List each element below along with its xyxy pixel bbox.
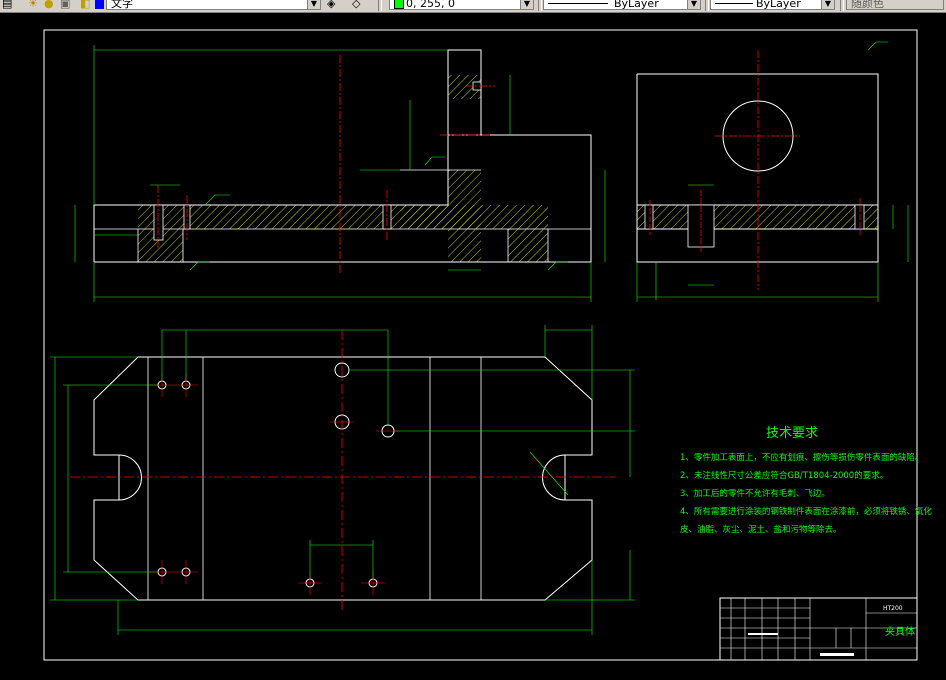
- roughness-symbol: [867, 41, 888, 51]
- lineweight-combo[interactable]: ByLayer ▼: [710, 0, 835, 10]
- leader-line: [529, 451, 569, 496]
- layer-combo[interactable]: 文字 ▼: [106, 0, 321, 10]
- plotstyle-combo-value: 随颜色: [851, 0, 884, 10]
- freeze-icon[interactable]: ◧: [80, 0, 90, 11]
- part-outline: [636, 228, 879, 263]
- chevron-down-icon[interactable]: ▼: [821, 0, 834, 9]
- tech-req-line-5: 皮、油脂、灰尘、泥土、盐和污物等除去。: [680, 525, 842, 535]
- toolbar-separator: [378, 0, 382, 11]
- section-hatch: [448, 170, 481, 262]
- roughness-symbol: [547, 261, 568, 271]
- roughness-symbol: [424, 156, 445, 166]
- toolbar-separator: [538, 0, 542, 11]
- chevron-down-icon[interactable]: ▼: [687, 0, 700, 9]
- toolbar-separator: [705, 0, 709, 11]
- u-slot: [542, 454, 566, 501]
- tech-req-line-1: 1、零件加工表面上，不应有划痕、擦伤等损伤零件表面的缺陷。: [680, 453, 924, 463]
- sun-icon[interactable]: ☀: [28, 0, 38, 11]
- color-combo-value: 0, 255, 0: [406, 0, 455, 10]
- lineweight-combo-value: ByLayer: [756, 0, 801, 10]
- side-view: [636, 41, 909, 302]
- tech-req-line-4: 4、所有需要进行涂装的钢铁制件表面在涂漆前，必须将铁锈、氧化: [680, 507, 932, 517]
- part-outline: [93, 356, 593, 601]
- color-swatch-icon: [394, 0, 404, 9]
- section-hatch: [508, 229, 548, 262]
- bolt-hole: [153, 204, 164, 241]
- chevron-down-icon[interactable]: ▼: [307, 0, 320, 9]
- material-label: HT200: [883, 605, 903, 612]
- layer-combo-value: 文字: [111, 0, 133, 10]
- fill-bar: [748, 633, 778, 635]
- fill-bar: [820, 653, 854, 656]
- color-combo[interactable]: 0, 255, 0 ▼: [389, 0, 534, 10]
- title-block: 夹具体 HT200: [719, 597, 918, 661]
- make-current-layer-icon[interactable]: ◈: [327, 0, 335, 11]
- layers-icon[interactable]: ▤: [2, 0, 12, 11]
- pin-hole: [854, 204, 865, 230]
- roughness-symbol: [189, 261, 210, 271]
- pin-hole: [644, 204, 654, 230]
- lock-icon[interactable]: ▣: [60, 0, 70, 11]
- part-name: 夹具体: [885, 625, 915, 638]
- plotstyle-combo[interactable]: 随颜色: [846, 0, 944, 10]
- toolbar-separator: [840, 0, 844, 11]
- tech-req-line-2: 2、未注线性尺寸公差应符合GB/T1804-2000的要求。: [680, 471, 889, 481]
- chevron-down-icon[interactable]: ▼: [520, 0, 533, 9]
- linetype-combo-value: ByLayer: [614, 0, 659, 10]
- linetype-combo[interactable]: ByLayer ▼: [543, 0, 701, 10]
- u-slot: [118, 454, 142, 501]
- layer-color-swatch: [95, 0, 104, 9]
- drawing-canvas[interactable]: 夹具体 HT200: [0, 12, 946, 680]
- tech-req-line-3: 3、加工后的零件不允许有毛刺、飞边。: [680, 489, 830, 499]
- bulb-icon[interactable]: ●: [44, 0, 54, 11]
- section-hatch: [636, 204, 879, 230]
- linetype-preview: [548, 3, 608, 4]
- lineweight-preview: [715, 3, 753, 4]
- top-view: [50, 325, 635, 635]
- layer-previous-icon[interactable]: ◇: [352, 0, 360, 11]
- technical-requirements-title: 技术要求: [766, 426, 819, 441]
- part-outline: [636, 73, 879, 206]
- front-view: [74, 45, 606, 302]
- roughness-symbol: [204, 194, 230, 206]
